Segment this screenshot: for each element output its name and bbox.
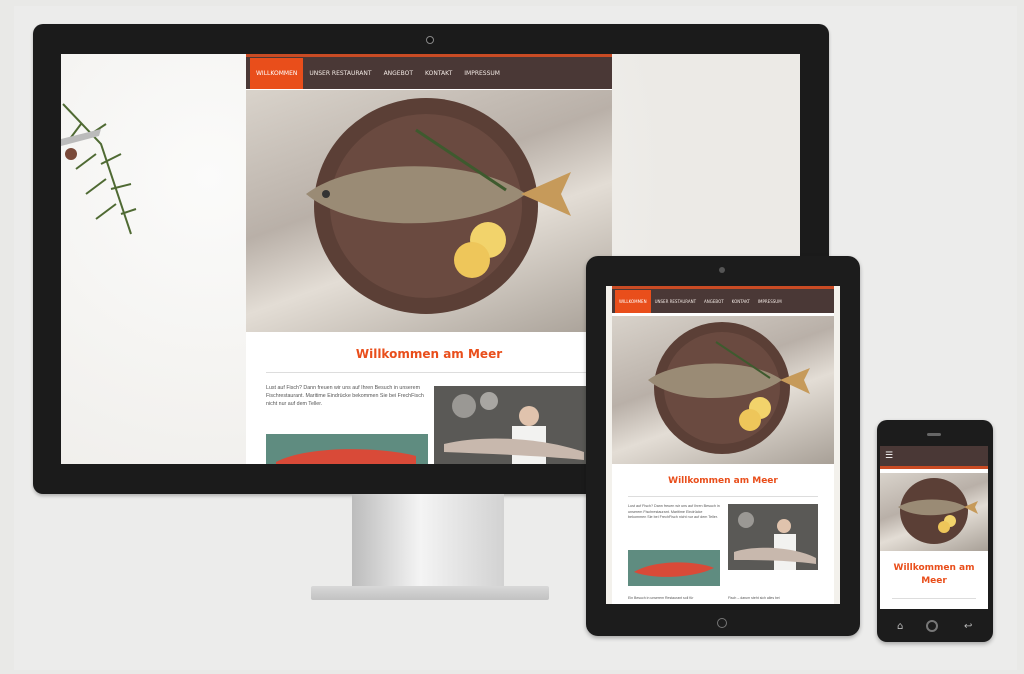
phone-screen: ☰ Willkommen am Meer [880, 446, 988, 609]
tablet-page-heading: Willkommen am Meer [668, 476, 778, 486]
camera-button-icon[interactable] [926, 620, 938, 632]
monitor-stand [352, 494, 504, 590]
phone-speaker [927, 433, 941, 436]
phone-page-heading: Willkommen am Meer [893, 563, 975, 586]
tablet-heading-divider [628, 496, 818, 497]
tablet-nav-item-kontakt[interactable]: Kontakt [728, 290, 754, 313]
nav-item-angebot[interactable]: Angebot [378, 58, 419, 89]
tablet-nav-item-willkommen[interactable]: Willkommen [615, 289, 651, 313]
tablet-fish-plate-image [648, 322, 810, 454]
rosemary-decoration [61, 103, 137, 235]
tablet-nav-item-angebot[interactable]: Angebot [700, 290, 728, 313]
nav-item-kontakt[interactable]: Kontakt [419, 58, 458, 89]
monitor-camera [426, 36, 434, 44]
hero-image [246, 90, 612, 332]
tablet-footer-text-left: Ein Besuch in unserem Restaurant soll fü… [628, 596, 694, 600]
tablet-nav-item-impressum[interactable]: Impressum [754, 290, 786, 313]
tablet-camera [719, 267, 725, 273]
desktop-site: Willkommen Unser Restaurant Angebot Kont… [246, 54, 612, 464]
nav-item-impressum[interactable]: Impressum [458, 58, 506, 89]
tablet-screen: Willkommen Unser Restaurant Angebot Kont… [606, 286, 840, 604]
tablet-chef-photo [728, 504, 818, 570]
page-heading: Willkommen am Meer [355, 347, 503, 361]
main-nav: Willkommen Unser Restaurant Angebot Kont… [246, 54, 612, 89]
nav-item-willkommen[interactable]: Willkommen [250, 57, 304, 89]
phone-site: ☰ Willkommen am Meer [880, 446, 988, 609]
chef-with-fish-photo [434, 386, 586, 464]
tablet-hero-image [612, 316, 834, 464]
phone-nav: ☰ [880, 446, 988, 469]
red-fish-photo [266, 434, 428, 464]
tablet-nav: Willkommen Unser Restaurant Angebot Kont… [612, 286, 834, 313]
tablet-home-button[interactable] [717, 618, 727, 628]
phone-fish-plate-image [898, 478, 978, 544]
hamburger-menu-icon[interactable]: ☰ [885, 451, 893, 461]
tablet-red-fish-photo [628, 550, 720, 586]
nav-item-unser-restaurant[interactable]: Unser Restaurant [303, 58, 377, 89]
tablet-intro-text: Lust auf Fisch? Dann freuen wir uns auf … [628, 504, 720, 519]
phone-hero-image [880, 473, 988, 551]
back-icon[interactable]: ↩ [964, 622, 972, 632]
home-icon[interactable]: ⌂ [897, 622, 903, 632]
heading-divider [266, 372, 592, 373]
monitor-stand-base [311, 586, 549, 600]
intro-text: Lust auf Fisch? Dann freuen wir uns auf … [266, 385, 424, 407]
fish-plate-image [306, 98, 571, 314]
tablet-footer-text-right: Fisch – darum steht sich alles bei [728, 596, 780, 600]
tablet-site: Willkommen Unser Restaurant Angebot Kont… [612, 286, 834, 604]
tablet-nav-item-unser-restaurant[interactable]: Unser Restaurant [651, 290, 700, 313]
phone-heading-divider [892, 598, 976, 599]
